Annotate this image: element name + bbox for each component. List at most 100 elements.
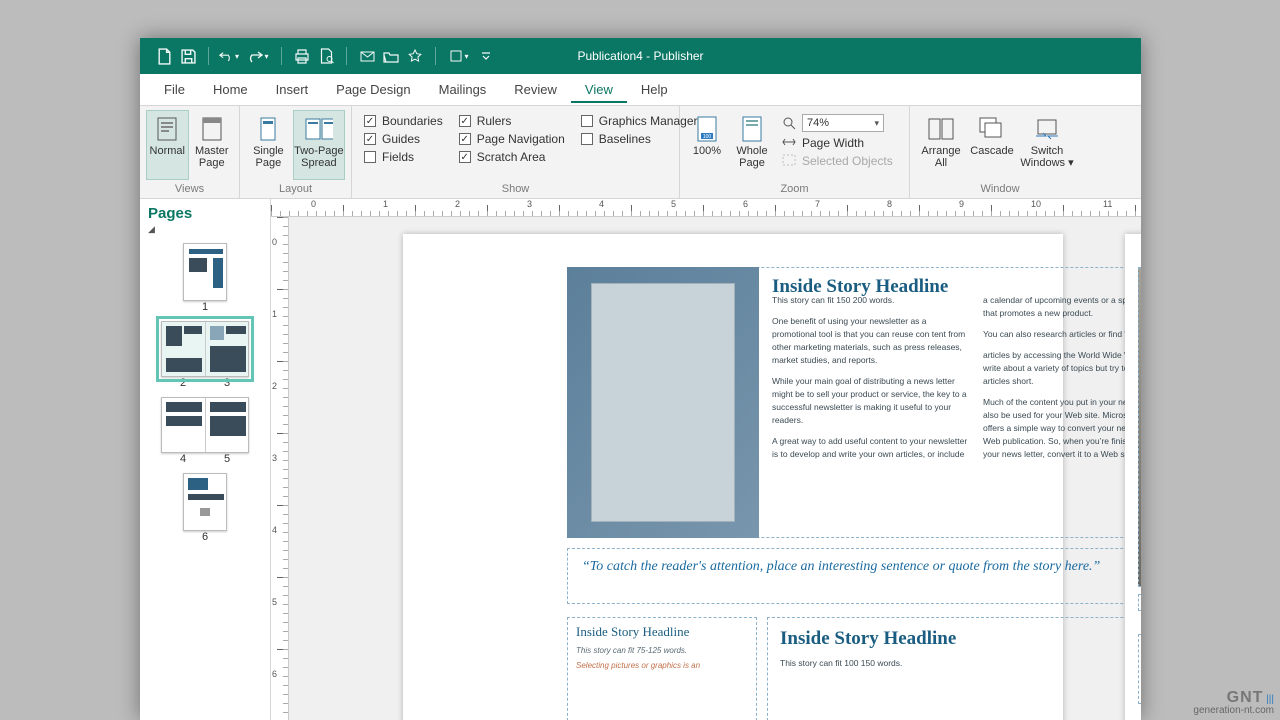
tab-help[interactable]: Help bbox=[627, 76, 682, 103]
page-number-4: 4 bbox=[180, 453, 186, 465]
story-image-1[interactable] bbox=[567, 267, 759, 538]
page-number-5: 5 bbox=[224, 453, 230, 465]
story-image-right[interactable] bbox=[1138, 267, 1141, 587]
image-caption[interactable]: Caption describing picture or gra bbox=[1138, 594, 1141, 611]
page-thumb-1[interactable] bbox=[183, 243, 227, 301]
separator bbox=[346, 47, 347, 65]
zoom-100-button[interactable]: 100 100% bbox=[686, 110, 728, 180]
tab-file[interactable]: File bbox=[150, 76, 199, 103]
normal-view-icon bbox=[153, 115, 181, 143]
switch-windows-icon bbox=[1033, 115, 1061, 143]
guides-checkbox[interactable]: ✓Guides bbox=[364, 132, 443, 146]
group-show: ✓Boundaries ✓Guides Fields ✓Rulers ✓Page… bbox=[352, 106, 680, 198]
page-100-icon: 100 bbox=[693, 115, 721, 143]
magnifier-icon bbox=[782, 116, 796, 130]
save-icon[interactable] bbox=[178, 46, 198, 66]
page-right: Caption describing picture or gra Inside… bbox=[1125, 234, 1141, 720]
group-zoom-label: Zoom bbox=[680, 181, 909, 198]
group-zoom: 100 100% Whole Page 74% Page Width bbox=[680, 106, 910, 198]
ruler-horizontal[interactable]: 01234567891011 bbox=[271, 199, 1141, 217]
story-headline-2b: Inside Story Headline bbox=[780, 628, 1141, 650]
undo-icon[interactable]: ▾ bbox=[219, 46, 239, 66]
document-canvas[interactable]: Inside Story Headline This story can fit… bbox=[289, 217, 1141, 720]
master-page-label: Master Page bbox=[192, 145, 233, 169]
tab-insert[interactable]: Insert bbox=[262, 76, 323, 103]
group-layout-label: Layout bbox=[240, 181, 351, 198]
separator bbox=[281, 47, 282, 65]
whole-page-icon bbox=[738, 115, 766, 143]
print-icon[interactable] bbox=[292, 46, 312, 66]
page-number-2: 2 bbox=[180, 377, 186, 389]
page-number-6: 6 bbox=[183, 531, 227, 543]
page-thumb-4-5[interactable] bbox=[161, 397, 249, 453]
zoom-combo[interactable]: 74% bbox=[802, 114, 884, 132]
tab-view[interactable]: View bbox=[571, 76, 627, 103]
page-width-button[interactable]: Page Width bbox=[782, 136, 893, 150]
svg-text:100: 100 bbox=[703, 134, 712, 140]
open-icon[interactable] bbox=[381, 46, 401, 66]
boundaries-checkbox[interactable]: ✓Boundaries bbox=[364, 114, 443, 128]
single-page-label: Single Page bbox=[247, 145, 290, 169]
story-body-1[interactable]: This story can fit 150 200 words. One be… bbox=[772, 294, 1141, 465]
story-frame-2a[interactable]: Inside Story Headline This story can fit… bbox=[567, 617, 757, 720]
separator bbox=[435, 47, 436, 65]
pages-panel: Pages ◢ 1 bbox=[140, 199, 271, 720]
collapse-icon[interactable]: ◢ bbox=[148, 224, 270, 235]
master-page-button[interactable]: Master Page bbox=[191, 110, 234, 180]
send-email-icon[interactable] bbox=[357, 46, 377, 66]
whole-page-button[interactable]: Whole Page bbox=[730, 110, 774, 180]
group-layout: Single Page Two-Page Spread Layout bbox=[240, 106, 352, 198]
story-frame-2b[interactable]: Inside Story Headline This story can fit… bbox=[767, 617, 1141, 720]
selected-objects-icon bbox=[782, 154, 796, 168]
page-thumb-2-3[interactable] bbox=[161, 321, 249, 377]
page-number-1: 1 bbox=[183, 301, 227, 313]
ribbon-view: Normal Master Page Views Single Page Two… bbox=[140, 106, 1141, 199]
pages-panel-title: Pages bbox=[148, 205, 270, 222]
page-thumb-6[interactable] bbox=[183, 473, 227, 531]
master-page-icon bbox=[198, 115, 226, 143]
two-page-spread-button[interactable]: Two-Page Spread bbox=[293, 110, 345, 180]
selected-objects-button: Selected Objects bbox=[782, 154, 893, 168]
app-window: ▾ ▾ ▾ Publication4 - Publisher File Home… bbox=[140, 38, 1141, 720]
group-views: Normal Master Page Views bbox=[140, 106, 240, 198]
normal-view-button[interactable]: Normal bbox=[146, 110, 189, 180]
normal-view-label: Normal bbox=[150, 145, 185, 157]
tab-home[interactable]: Home bbox=[199, 76, 262, 103]
print-preview-icon[interactable] bbox=[316, 46, 336, 66]
rulers-checkbox[interactable]: ✓Rulers bbox=[459, 114, 565, 128]
group-views-label: Views bbox=[140, 181, 239, 198]
favorite-icon[interactable] bbox=[405, 46, 425, 66]
cascade-button[interactable]: Cascade bbox=[968, 110, 1016, 180]
single-page-button[interactable]: Single Page bbox=[246, 110, 291, 180]
arrange-all-label: Arrange All bbox=[917, 145, 965, 169]
page-navigation-checkbox[interactable]: ✓Page Navigation bbox=[459, 132, 565, 146]
page-left: Inside Story Headline This story can fit… bbox=[403, 234, 1063, 720]
redo-icon[interactable]: ▾ bbox=[243, 46, 271, 66]
touch-mode-icon[interactable]: ▾ bbox=[446, 46, 472, 66]
whole-page-label: Whole Page bbox=[731, 145, 773, 169]
window-title: Publication4 - Publisher bbox=[577, 49, 703, 63]
group-show-label: Show bbox=[352, 181, 679, 198]
group-window-label: Window bbox=[910, 181, 1090, 198]
zoom-100-label: 100% bbox=[693, 145, 721, 157]
watermark: GNT ||| generation-nt.com bbox=[1193, 692, 1274, 716]
story-headline-2a: Inside Story Headline bbox=[576, 624, 748, 640]
ruler-vertical[interactable]: 0123456 bbox=[271, 217, 289, 720]
arrange-all-button[interactable]: Arrange All bbox=[916, 110, 966, 180]
two-page-spread-label: Two-Page Spread bbox=[294, 145, 344, 169]
page-width-icon bbox=[782, 136, 796, 150]
pull-quote[interactable]: “To catch the reader's attention, place … bbox=[567, 548, 1141, 604]
scratch-area-checkbox[interactable]: ✓Scratch Area bbox=[459, 150, 565, 164]
fields-checkbox[interactable]: Fields bbox=[364, 150, 443, 164]
tab-page-design[interactable]: Page Design bbox=[322, 76, 424, 103]
page-number-3: 3 bbox=[224, 377, 230, 389]
switch-windows-button[interactable]: Switch Windows ▾ bbox=[1018, 110, 1076, 180]
customize-qat-icon[interactable] bbox=[476, 46, 496, 66]
new-file-icon[interactable] bbox=[154, 46, 174, 66]
tab-mailings[interactable]: Mailings bbox=[425, 76, 501, 103]
arrange-all-icon bbox=[927, 115, 955, 143]
tab-review[interactable]: Review bbox=[500, 76, 571, 103]
zoom-combo-row: 74% bbox=[782, 114, 893, 132]
story-frame-right[interactable]: Inside Story Hea This story can fit 150 … bbox=[1138, 634, 1141, 704]
quick-access-toolbar: ▾ ▾ ▾ bbox=[140, 46, 496, 66]
